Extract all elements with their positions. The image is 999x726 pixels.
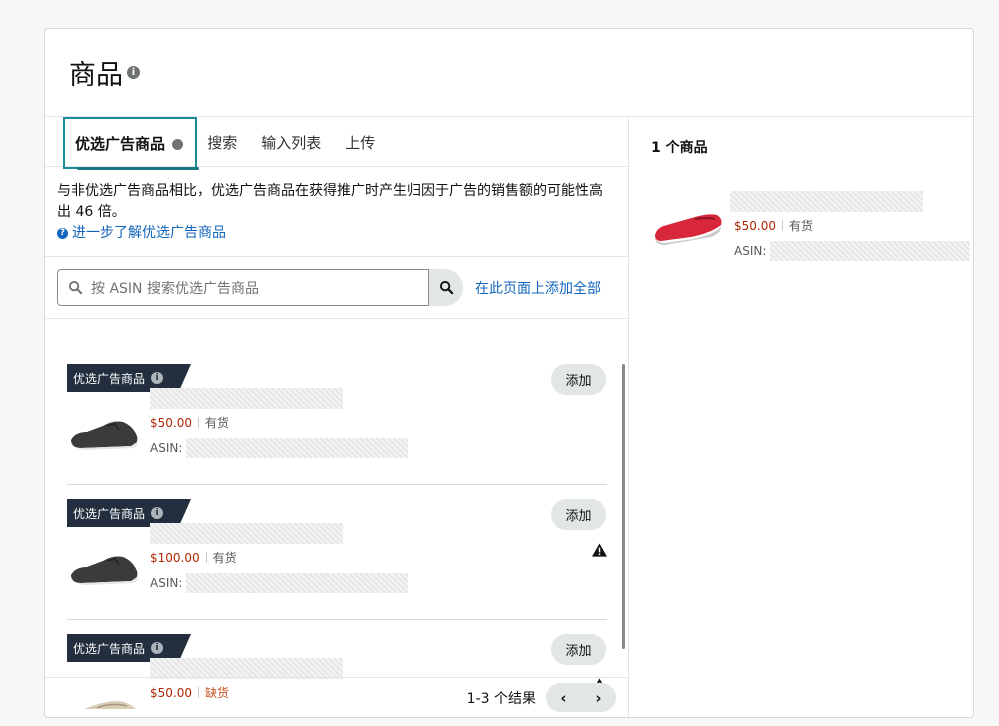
tab-bar: 优选广告商品 搜索 输入列表 上传	[45, 117, 628, 170]
price: $50.00	[150, 415, 192, 430]
divider	[198, 417, 199, 428]
selected-item: $50.00 有货 ASIN:	[651, 191, 973, 266]
asin-row: ASIN:	[150, 438, 409, 458]
add-button[interactable]: 添加	[551, 499, 606, 530]
product-name-redacted	[150, 388, 343, 409]
card-header: 商品 i	[45, 29, 973, 117]
tab-upload[interactable]: 上传	[333, 132, 387, 166]
stock-status: 有货	[212, 551, 237, 565]
info-icon[interactable]: i	[151, 507, 164, 519]
stock-status: 有货	[789, 219, 814, 233]
search-icon	[68, 280, 83, 295]
price-row: $50.00 有货	[150, 414, 229, 431]
shoe-image	[71, 421, 138, 450]
search-input[interactable]: 按 ASIN 搜索优选广告商品	[57, 269, 429, 306]
asin-label: ASIN:	[734, 244, 767, 258]
help-icon: ?	[57, 228, 68, 239]
list-item: 优选广告商品 i 添加 $50.00 有货 ASIN:	[67, 350, 607, 485]
list-item: 优选广告商品 i 添加 $100.00 有货 ASIN:	[67, 485, 607, 620]
tab-featured[interactable]: 优选广告商品	[62, 117, 200, 170]
add-button[interactable]: 添加	[551, 364, 606, 395]
search-button[interactable]	[429, 269, 463, 306]
price-row: $50.00 有货	[734, 217, 813, 234]
info-icon[interactable]: i	[151, 642, 164, 654]
divider	[782, 220, 783, 231]
tab-featured-label: 优选广告商品	[75, 135, 166, 153]
asin-redacted	[186, 573, 409, 593]
info-icon	[172, 139, 184, 150]
shoe-image	[71, 556, 138, 585]
selected-count: 1 个商品	[651, 140, 708, 156]
learn-more-label: 进一步了解优选广告商品	[72, 225, 226, 241]
warning-icon[interactable]	[592, 543, 607, 557]
shoe-image	[651, 191, 725, 265]
add-button[interactable]: 添加	[551, 634, 606, 665]
chevron-right-icon[interactable]: ›	[595, 689, 601, 707]
left-panel: 优选广告商品 搜索 输入列表 上传 与非优选广告商品相比，优选广告商品在获得推广…	[45, 117, 629, 717]
tab-search[interactable]: 搜索	[195, 132, 249, 166]
product-list: 优选广告商品 i 添加 $50.00 有货 ASIN: 优选广告商品 i 添加 …	[45, 350, 629, 709]
description-text: 与非优选广告商品相比，优选广告商品在获得推广时产生归因于广告的销售额的可能性高出…	[57, 183, 603, 220]
info-icon[interactable]: i	[127, 66, 140, 79]
asin-label: ASIN:	[150, 441, 183, 455]
selected-panel: 1 个商品 $50.00 有货 ASIN:	[629, 117, 973, 717]
price-row: $100.00 有货	[150, 549, 237, 566]
badge-label: 优选广告商品	[73, 371, 146, 386]
asin-row: ASIN:	[150, 573, 409, 593]
badge-label: 优选广告商品	[73, 506, 146, 521]
pager-buttons: ‹ ›	[546, 683, 616, 712]
divider	[205, 552, 207, 563]
product-name-redacted	[150, 658, 343, 679]
stock-status: 有货	[205, 416, 230, 430]
asin-redacted	[186, 438, 409, 458]
badge-label: 优选广告商品	[73, 641, 146, 656]
scrollbar[interactable]	[622, 364, 625, 649]
search-icon	[439, 280, 453, 295]
asin-row: ASIN:	[734, 241, 971, 261]
results-count: 1-3 个结果	[466, 690, 536, 707]
product-card: 商品 i 优选广告商品 搜索 输入列表 上传 与非优选广告商品相比，优选广告商品…	[44, 28, 974, 718]
tab-input-list[interactable]: 输入列表	[249, 132, 333, 166]
add-all-link[interactable]: 在此页面上添加全部	[475, 278, 601, 298]
asin-label: ASIN:	[150, 576, 183, 590]
price: $50.00	[734, 218, 776, 233]
chevron-left-icon[interactable]: ‹	[560, 689, 566, 707]
pagination: 1-3 个结果 ‹ ›	[45, 677, 628, 717]
page-title: 商品	[69, 60, 123, 91]
description: 与非优选广告商品相比，优选广告商品在获得推广时产生归因于广告的销售额的可能性高出…	[45, 167, 628, 257]
product-name-redacted	[150, 523, 343, 544]
search-placeholder: 按 ASIN 搜索优选广告商品	[91, 280, 259, 297]
asin-redacted	[770, 241, 971, 261]
learn-more-link[interactable]: ? 进一步了解优选广告商品	[57, 223, 616, 244]
search-row: 按 ASIN 搜索优选广告商品 在此页面上添加全部	[45, 257, 628, 319]
info-icon[interactable]: i	[151, 372, 164, 384]
price: $100.00	[150, 550, 200, 565]
product-name-redacted	[730, 191, 923, 212]
